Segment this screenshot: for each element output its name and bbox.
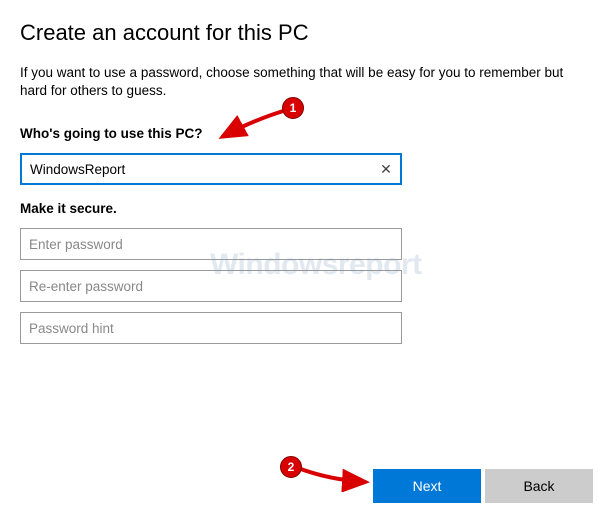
password-hint-input[interactable] — [20, 312, 402, 344]
page-title: Create an account for this PC — [20, 20, 593, 46]
annotation-badge-2: 2 — [280, 456, 302, 478]
close-icon: ✕ — [380, 161, 392, 178]
username-input[interactable] — [20, 153, 402, 185]
password-section-label: Make it secure. — [20, 201, 593, 216]
back-button[interactable]: Back — [485, 469, 593, 503]
username-section-label: Who's going to use this PC? — [20, 126, 593, 141]
clear-username-button[interactable]: ✕ — [372, 155, 400, 183]
password-confirm-input[interactable] — [20, 270, 402, 302]
arrow-icon — [280, 452, 380, 492]
next-button[interactable]: Next — [373, 469, 481, 503]
password-input[interactable] — [20, 228, 402, 260]
page-subtitle: If you want to use a password, choose so… — [20, 64, 593, 100]
annotation-2: 2 — [280, 452, 380, 492]
button-row: Next Back — [373, 469, 593, 503]
